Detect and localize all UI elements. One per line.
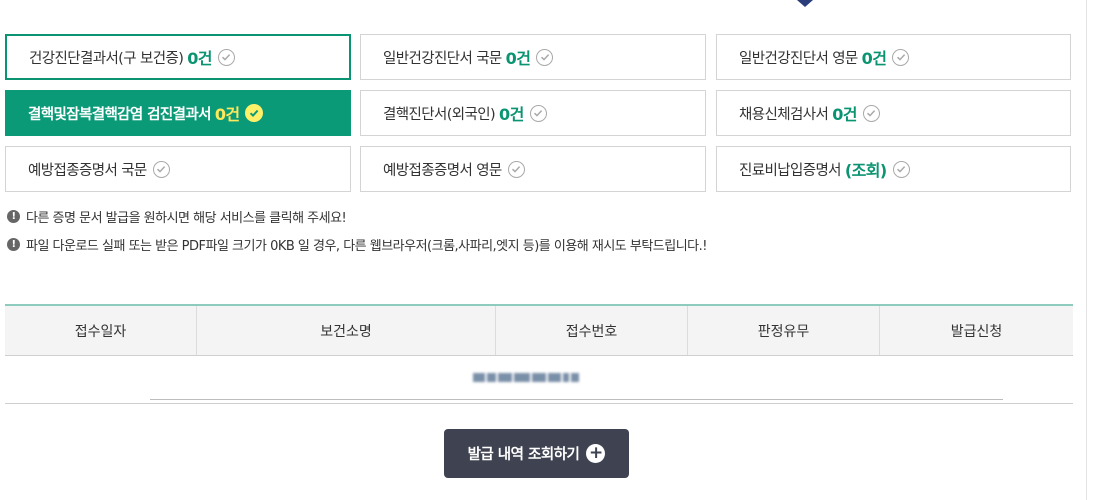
notice-text: 다른 증명 문서 발급을 원하시면 해당 서비스를 클릭해 주세요! — [26, 211, 347, 226]
cert-label: 예방접종증명서 국문 — [28, 162, 147, 179]
cert-medical-payment[interactable]: 진료비납입증명서 (조회) — [716, 146, 1071, 192]
notice-line: ! 파일 다운로드 실패 또는 받은 PDF파일 크기가 0KB 일 경우, 다… — [7, 235, 708, 254]
exclamation-icon: ! — [7, 238, 20, 251]
check-circle-icon — [507, 160, 525, 178]
cert-vaccination-kr[interactable]: 예방접종증명서 국문 — [5, 146, 351, 192]
cert-vaccination-en[interactable]: 예방접종증명서 영문 — [360, 146, 706, 192]
col-header: 판정유무 — [688, 306, 880, 355]
col-header: 발급신청 — [950, 323, 1003, 340]
check-circle-icon — [862, 104, 880, 122]
cert-employment-exam[interactable]: 채용신체검사서 0건 — [716, 90, 1071, 136]
cert-label: 일반건강진단서 영문 — [739, 50, 858, 67]
cert-tb-latent[interactable]: 결핵및잠복결핵감염 검진결과서 0건 — [5, 90, 351, 136]
cert-count: 0건 — [499, 105, 524, 124]
cert-label: 건강진단결과서(구 보건증) — [29, 50, 184, 67]
check-circle-icon — [152, 160, 170, 178]
check-circle-icon — [892, 48, 910, 66]
issuance-history-button[interactable]: 발급 내역 조회하기 + — [444, 429, 629, 478]
cert-general-en[interactable]: 일반건강진단서 영문 0건 — [716, 34, 1071, 80]
check-circle-icon — [892, 160, 910, 178]
cert-count: 0건 — [832, 105, 857, 124]
cert-count: 0건 — [187, 49, 212, 68]
notice-line: ! 다른 증명 문서 발급을 원하시면 해당 서비스를 클릭해 주세요! — [7, 207, 347, 226]
table-body — [5, 356, 1073, 404]
caret-down-icon — [797, 0, 813, 7]
check-circle-icon — [245, 104, 264, 122]
cert-general-kr[interactable]: 일반건강진단서 국문 0건 — [360, 34, 706, 80]
check-circle-icon — [529, 104, 547, 122]
cert-label: 일반건강진단서 국문 — [383, 50, 502, 67]
cert-count: 0건 — [505, 49, 531, 68]
plus-circle-icon: + — [586, 444, 606, 463]
table-header: 접수일자 보건소명 접수번호 판정유무 발급신청 — [5, 304, 1073, 356]
cert-label: 결핵진단서(외국인) — [383, 106, 496, 123]
divider — [150, 399, 1003, 400]
cert-count: 0건 — [214, 105, 240, 124]
cert-label: 예방접종증명서 영문 — [383, 162, 502, 179]
cert-count: 0건 — [861, 49, 887, 68]
right-border — [1086, 0, 1087, 500]
col-header: 접수번호 — [496, 306, 688, 355]
issuance-table: 접수일자 보건소명 접수번호 판정유무 발급신청 — [5, 304, 1073, 404]
button-label: 발급 내역 조회하기 — [467, 447, 580, 463]
notice-text: 파일 다운로드 실패 또는 받은 PDF파일 크기가 0KB 일 경우, 다른 … — [26, 239, 708, 254]
col-header: 보건소명 — [197, 306, 496, 355]
cert-label: 채용신체검사서 — [739, 106, 829, 123]
exclamation-icon: ! — [7, 210, 20, 223]
cert-tb-foreigner[interactable]: 결핵진단서(외국인) 0건 — [360, 90, 706, 136]
redacted-text — [473, 373, 579, 384]
check-circle-icon — [217, 48, 235, 66]
cert-label: 결핵및잠복결핵감염 검진결과서 — [28, 106, 211, 123]
check-circle-icon — [536, 48, 554, 66]
cert-health-result[interactable]: 건강진단결과서(구 보건증) 0건 — [5, 34, 351, 80]
col-header: 접수일자 — [5, 306, 197, 355]
cert-label: 진료비납입증명서 — [739, 162, 842, 179]
cert-inquiry-label: (조회) — [844, 161, 887, 180]
